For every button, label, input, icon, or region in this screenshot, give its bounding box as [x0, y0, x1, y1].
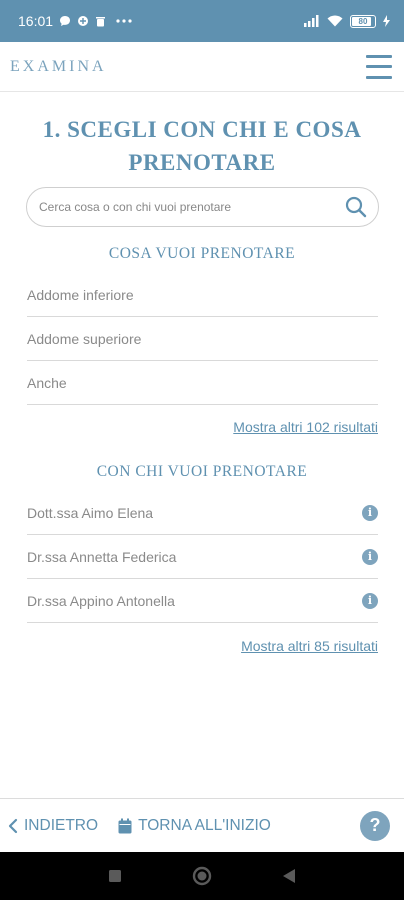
chat-bubble-icon [59, 15, 71, 27]
home-icon[interactable] [192, 866, 212, 886]
hamburger-menu-icon[interactable] [366, 54, 392, 79]
list-item-label: Anche [27, 374, 67, 391]
list-item[interactable]: Addome inferiore [27, 273, 378, 317]
recents-icon[interactable] [108, 869, 122, 883]
info-icon[interactable]: i [362, 592, 378, 609]
info-icon[interactable]: i [362, 504, 378, 521]
restart-button-label: TORNA ALL'INIZIO [138, 816, 271, 834]
list-item-label: Dr.ssa Annetta Federica [27, 548, 177, 565]
show-more-what-link[interactable]: Mostra altri 102 risultati [233, 419, 378, 435]
show-more-who-link[interactable]: Mostra altri 85 risultati [241, 638, 378, 654]
search-icon[interactable] [344, 195, 368, 219]
data-saver-icon [77, 15, 89, 27]
status-left: 16:01 [18, 13, 132, 29]
help-button[interactable]: ? [360, 810, 390, 841]
list-item[interactable]: Anche [27, 361, 378, 405]
search-box[interactable] [26, 187, 379, 227]
restart-button[interactable]: TORNA ALL'INIZIO [118, 817, 271, 835]
what-section-title: COSA VUOI PRENOTARE [108, 245, 296, 262]
what-list: Addome inferiore Addome superiore Anche [27, 273, 378, 405]
status-right: 80 [304, 14, 390, 28]
back-button[interactable]: INDIETRO [8, 817, 98, 835]
list-item-label: Dott.ssa Aimo Elena [27, 504, 154, 521]
who-section-title: CON CHI VUOI PRENOTARE [96, 463, 308, 480]
info-icon[interactable]: i [362, 548, 378, 565]
list-item-label: Addome inferiore [27, 286, 134, 303]
chevron-left-icon [8, 818, 18, 834]
charging-icon [383, 15, 390, 27]
signal-icon [304, 15, 320, 27]
list-item[interactable]: Addome superiore [27, 317, 378, 361]
more-dots-icon [116, 19, 132, 23]
back-button-label: INDIETRO [24, 816, 99, 834]
android-navigation-bar [0, 852, 404, 900]
list-item[interactable]: Dr.ssa Appino Antonella i [27, 579, 378, 623]
app-header: EXAMINA [0, 42, 404, 92]
app-logo[interactable]: EXAMINA [10, 58, 107, 76]
back-triangle-icon[interactable] [282, 868, 296, 884]
list-item[interactable]: Dr.ssa Annetta Federica i [27, 535, 378, 579]
main-content: 1. SCEGLI CON CHI E COSA PRENOTARE COSA … [0, 92, 404, 654]
status-bar: 16:01 80 [0, 0, 404, 42]
who-list: Dott.ssa Aimo Elena i Dr.ssa Annetta Fed… [27, 491, 378, 623]
trash-icon [95, 15, 106, 27]
search-input[interactable] [39, 200, 344, 214]
bottom-bar: INDIETRO TORNA ALL'INIZIO ? [0, 798, 404, 852]
list-item-label: Addome superiore [27, 330, 142, 347]
wifi-icon [327, 15, 343, 27]
status-time: 16:01 [18, 13, 54, 29]
calendar-icon [118, 818, 132, 834]
list-item-label: Dr.ssa Appino Antonella [27, 592, 175, 609]
list-item[interactable]: Dott.ssa Aimo Elena i [27, 491, 378, 535]
battery-icon: 80 [350, 14, 376, 28]
page-title: 1. SCEGLI CON CHI E COSA PRENOTARE [42, 117, 362, 175]
